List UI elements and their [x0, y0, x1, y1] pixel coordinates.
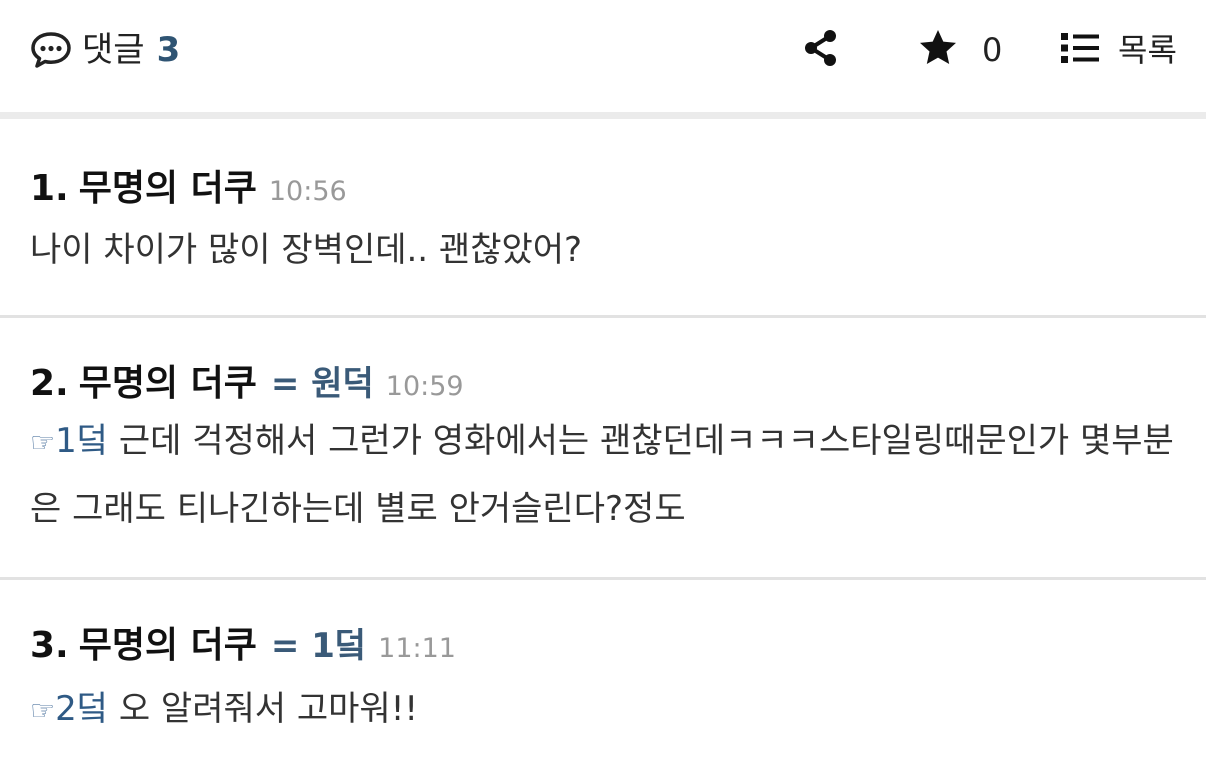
pointing-hand-icon: ☞ — [30, 694, 56, 727]
comment-text: 오 알려줘서 고마워!! — [108, 689, 418, 729]
list-icon — [1060, 31, 1100, 69]
comment-author: 무명의 더쿠 — [78, 363, 257, 404]
comment-text: 근데 걱정해서 그런가 영화에서는 괜찮던데ㅋㅋㅋ스타일링때문인가 몇부분은 그… — [30, 421, 1174, 529]
star-icon — [918, 28, 958, 72]
reply-tag: = 원덕 — [270, 364, 374, 404]
star-count: 0 — [982, 31, 1003, 69]
star-button[interactable]: 0 — [918, 30, 1002, 70]
comment-number: 3. — [30, 625, 69, 666]
comment-author: 무명의 더쿠 — [78, 168, 257, 209]
comment-number: 2. — [30, 363, 69, 404]
comment-time: 11:11 — [378, 633, 456, 664]
comment-item: 1. 무명의 더쿠 10:56 나이 차이가 많이 장벽인데.. 괜찮았어? — [0, 119, 1206, 318]
comment-summary: 댓글 3 — [30, 30, 180, 70]
reply-tag: = 1덬 — [270, 626, 367, 666]
comment-header: 3. 무명의 더쿠 = 1덬 11:11 — [30, 616, 1176, 668]
comment-author: 무명의 더쿠 — [78, 625, 257, 666]
comment-header: 1. 무명의 더쿠 10:56 — [30, 159, 1176, 211]
reply-reference-label: 1덬 — [55, 421, 109, 461]
comments-label: 댓글 — [82, 30, 145, 70]
comment-body: ☞1덬 근데 걱정해서 그런가 영화에서는 괜찮던데ㅋㅋㅋ스타일링때문인가 몇부… — [30, 408, 1176, 542]
speech-bubble-icon — [30, 31, 72, 69]
comment-toolbar: 댓글 3 0 목록 — [0, 0, 1206, 119]
reply-reference-link[interactable]: ☞1덬 — [30, 421, 108, 461]
comment-time: 10:59 — [385, 371, 464, 402]
comment-item: 2. 무명의 더쿠 = 원덕 10:59 ☞1덬 근데 걱정해서 그런가 영화에… — [0, 318, 1206, 580]
comment-time: 10:56 — [268, 176, 347, 207]
reply-reference-label: 2덬 — [55, 689, 109, 729]
share-button[interactable] — [802, 30, 838, 70]
share-icon — [802, 28, 838, 72]
comment-item: 3. 무명의 더쿠 = 1덬 11:11 ☞2덬 오 알려줘서 고마워!! — [0, 580, 1206, 769]
pointing-hand-icon: ☞ — [30, 426, 56, 459]
reply-reference-link[interactable]: ☞2덬 — [30, 689, 108, 729]
comment-body: ☞2덬 오 알려줘서 고마워!! — [30, 676, 1176, 744]
comments-count: 3 — [156, 30, 181, 70]
comment-header: 2. 무명의 더쿠 = 원덕 10:59 — [30, 354, 1176, 406]
list-button[interactable]: 목록 — [1060, 30, 1177, 70]
list-label: 목록 — [1118, 31, 1177, 69]
comment-text: 나이 차이가 많이 장벽인데.. 괜찮았어? — [30, 230, 583, 270]
comment-number: 1. — [30, 168, 69, 209]
